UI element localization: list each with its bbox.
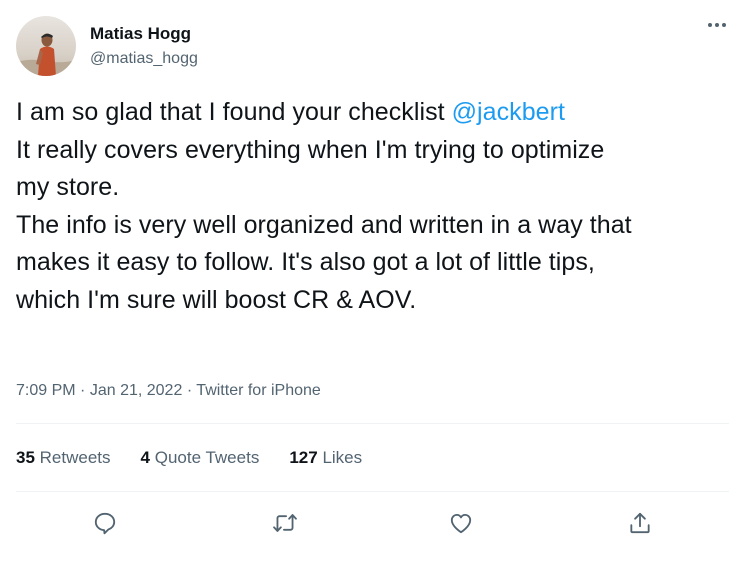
retweets-count: 35 xyxy=(16,448,35,467)
tweet-line: makes it easy to follow. It's also got a… xyxy=(16,248,595,276)
tweet-time[interactable]: 7:09 PM xyxy=(16,382,76,399)
tweet-stats: 35 Retweets 4 Quote Tweets 127 Likes xyxy=(16,447,362,469)
divider xyxy=(16,491,729,492)
likes-stat[interactable]: 127 Likes xyxy=(289,447,362,469)
tweet-card: Matias Hogg @matias_hogg I am so glad th… xyxy=(0,0,745,567)
tweet-date[interactable]: Jan 21, 2022 xyxy=(90,382,183,399)
likes-count: 127 xyxy=(289,448,318,467)
retweets-label: Retweets xyxy=(39,448,111,467)
tweet-actions xyxy=(0,506,745,540)
tweet-line: which I'm sure will boost CR & AOV. xyxy=(16,285,417,314)
more-options-button[interactable] xyxy=(705,16,729,34)
more-icon xyxy=(708,23,726,27)
tweet-line: my store. xyxy=(16,173,120,201)
reply-button[interactable] xyxy=(88,506,122,540)
retweets-stat[interactable]: 35 Retweets xyxy=(16,447,111,469)
tweet-line: It really covers everything when I'm try… xyxy=(16,135,605,164)
author-display-name[interactable]: Matias Hogg xyxy=(90,23,198,45)
quote-tweets-stat[interactable]: 4 Quote Tweets xyxy=(141,447,260,469)
meta-separator: · xyxy=(80,382,86,399)
tweet-meta: 7:09 PM · Jan 21, 2022 · Twitter for iPh… xyxy=(16,380,321,402)
retweet-button[interactable] xyxy=(268,506,302,540)
share-button[interactable] xyxy=(623,506,657,540)
tweet-line: I am so glad that I found your checklist… xyxy=(16,94,731,132)
tweet-line: The info is very well organized and writ… xyxy=(16,210,632,239)
divider xyxy=(16,423,729,424)
meta-separator: · xyxy=(186,382,193,399)
tweet-header: Matias Hogg @matias_hogg xyxy=(16,16,198,76)
quote-tweets-label: Quote Tweets xyxy=(154,448,260,467)
likes-label: Likes xyxy=(322,448,363,467)
quote-tweets-count: 4 xyxy=(140,448,150,467)
reply-icon xyxy=(94,512,116,535)
share-icon xyxy=(630,512,650,534)
retweet-icon xyxy=(273,514,297,532)
author-names: Matias Hogg @matias_hogg xyxy=(90,23,198,70)
avatar[interactable] xyxy=(16,16,76,76)
tweet-line-text: I am so glad that I found your checklist xyxy=(16,98,452,126)
like-icon xyxy=(450,513,472,534)
author-handle[interactable]: @matias_hogg xyxy=(90,48,198,70)
mention-link[interactable]: @jackbert xyxy=(452,98,565,126)
tweet-source[interactable]: Twitter for iPhone xyxy=(196,382,321,399)
tweet-text: I am so glad that I found your checklist… xyxy=(16,94,731,319)
like-button[interactable] xyxy=(444,506,478,540)
